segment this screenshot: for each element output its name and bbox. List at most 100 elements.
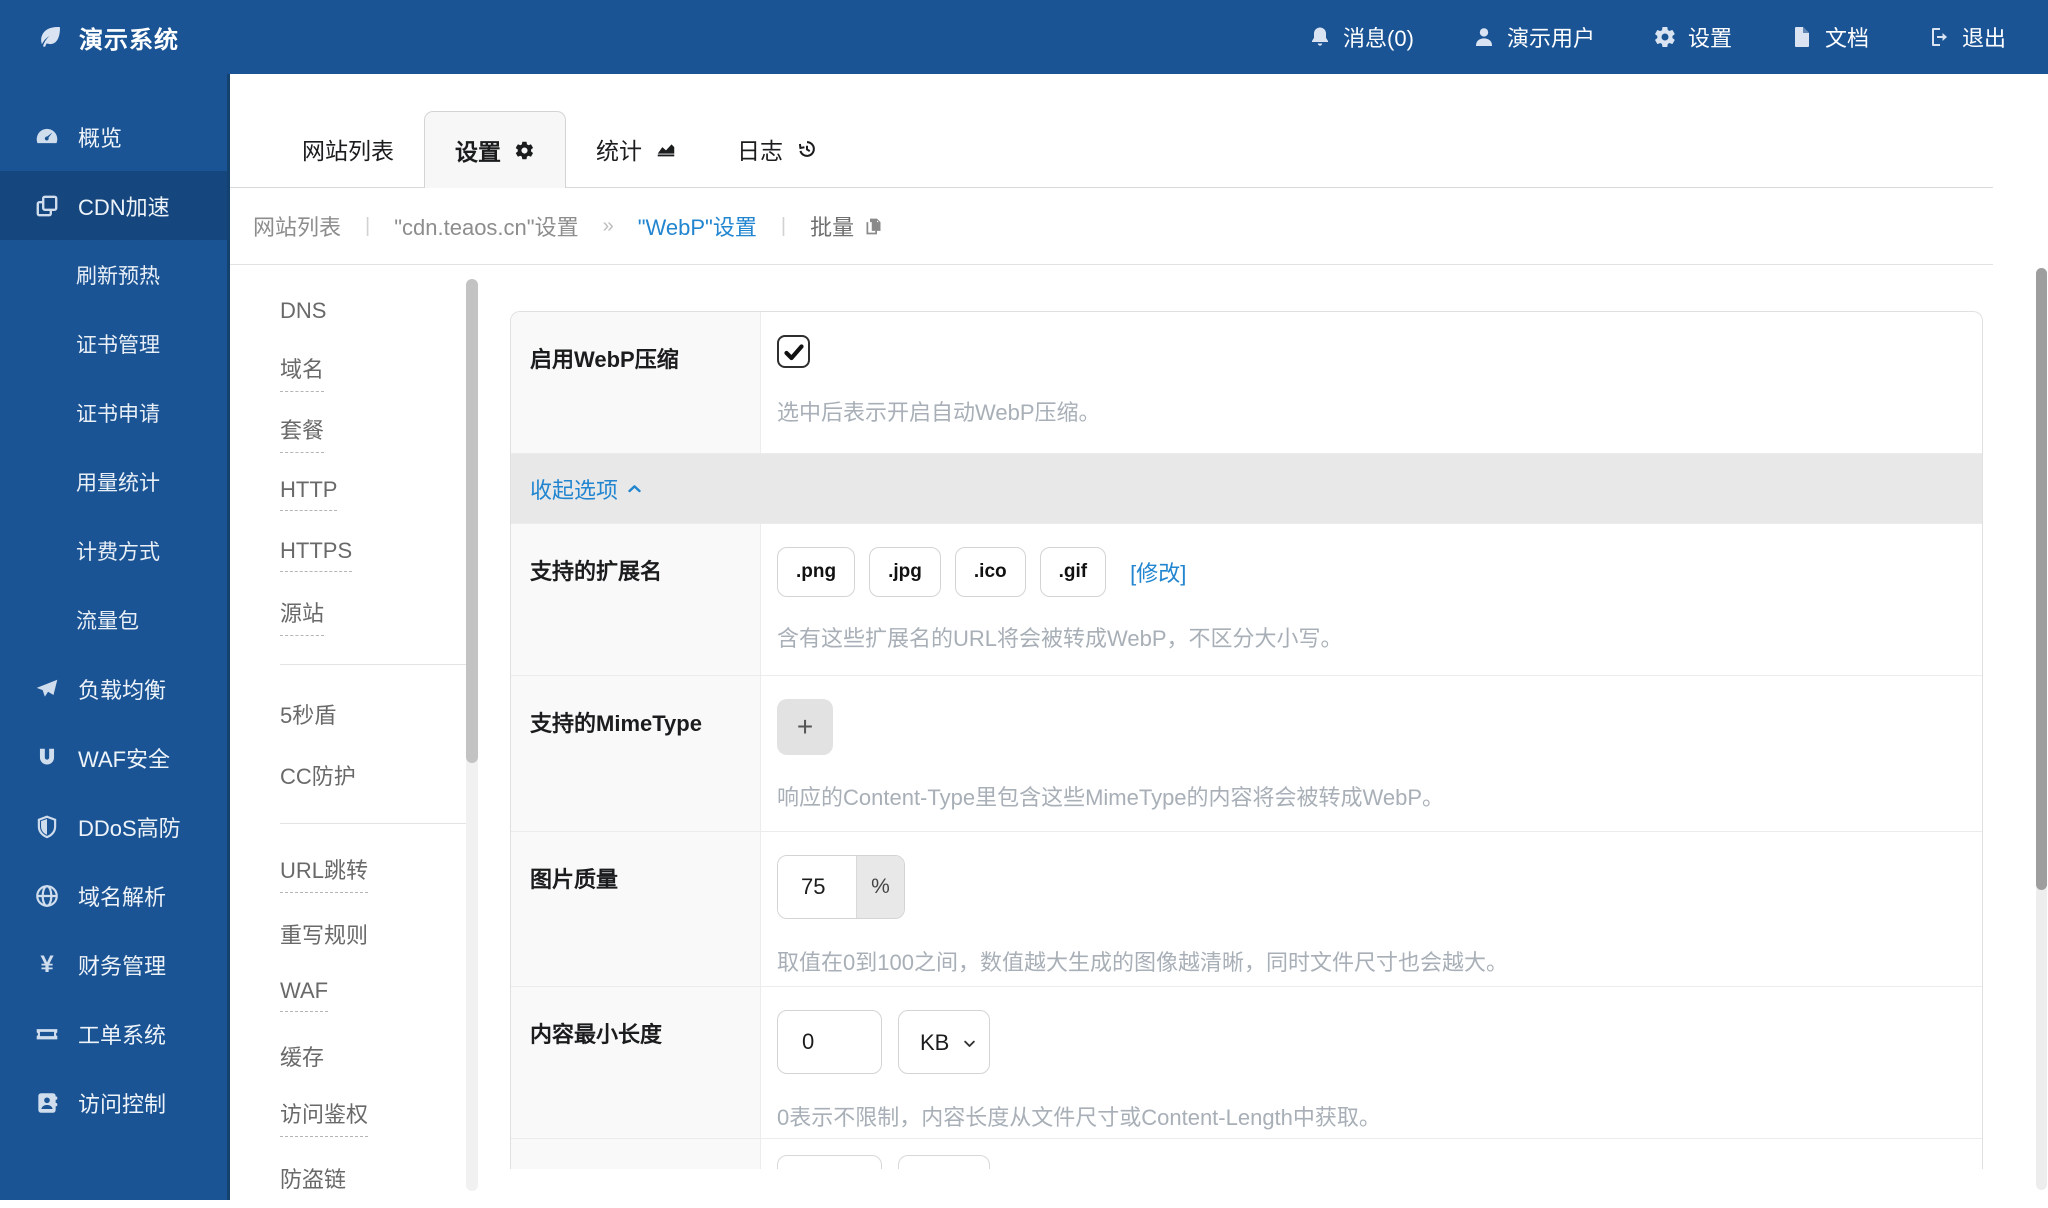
user-icon — [1472, 25, 1496, 49]
app-brand: 演示系统 — [36, 20, 179, 55]
add-mime-type-button[interactable]: + — [777, 699, 833, 755]
menu-item-5s-shield[interactable]: 5秒盾 — [280, 683, 450, 744]
sidebar-item-traffic-package[interactable]: 流量包 — [0, 585, 230, 654]
sidebar-nav: 概览 CDN加速 刷新预热 证书管理 证书申请 用量统计 计费方式 流量包 负载… — [0, 74, 230, 1200]
clipped-input[interactable] — [777, 1155, 882, 1169]
sidebar-item-load-balancer[interactable]: 负载均衡 — [0, 654, 230, 723]
bell-icon — [1308, 25, 1332, 49]
min-length-unit-select[interactable]: KB — [898, 1010, 990, 1074]
image-quality-row: 图片质量 % 取值在0到100之间，数值越大生成的图像越清晰，同时文件尺寸也会越… — [511, 832, 1982, 987]
min-length-label: 内容最小长度 — [511, 987, 761, 1138]
settings-content: DNS 域名 套餐 HTTP HTTPS 源站 5秒盾 CC防护 URL跳转 重… — [230, 266, 2048, 1200]
menu-item-origin[interactable]: 源站 — [280, 585, 450, 646]
menu-item-hotlink-protect[interactable]: 防盗链 — [280, 1147, 450, 1208]
id-card-icon — [33, 1090, 61, 1116]
magnet-icon — [33, 745, 61, 771]
extensions-label: 支持的扩展名 — [511, 524, 761, 675]
image-quality-desc: 取值在0到100之间，数值越大生成的图像越清晰，同时文件尺寸也会越大。 — [777, 945, 1958, 977]
tab-logs[interactable]: 日志 — [707, 111, 848, 187]
menu-item-url-redirect[interactable]: URL跳转 — [280, 842, 450, 903]
messages-button[interactable]: 消息(0) — [1308, 21, 1414, 53]
clipped-select[interactable] — [898, 1155, 990, 1169]
gear-icon — [1653, 25, 1677, 49]
extensions-desc: 含有这些扩展名的URL将会被转成WebP，不区分大小写。 — [777, 621, 1958, 653]
settings-section-menu: DNS 域名 套餐 HTTP HTTPS 源站 5秒盾 CC防护 URL跳转 重… — [280, 280, 450, 1208]
sign-out-icon — [1927, 25, 1951, 49]
enable-webp-label: 启用WebP压缩 — [511, 312, 761, 453]
breadcrumb-separator: | — [781, 215, 786, 238]
mime-type-row: 支持的MimeType + 响应的Content-Type里包含这些MimeTy… — [511, 676, 1982, 832]
sidebar-item-ddos[interactable]: DDoS高防 — [0, 792, 230, 861]
breadcrumb-site-list[interactable]: 网站列表 — [253, 210, 341, 242]
docs-button[interactable]: 文档 — [1790, 21, 1869, 53]
copy-layers-icon — [33, 193, 61, 219]
copy-icon — [863, 216, 884, 237]
yen-icon: ¥ — [33, 951, 61, 979]
menu-item-cache[interactable]: 缓存 — [280, 1025, 450, 1086]
settings-button[interactable]: 设置 — [1653, 21, 1732, 53]
breadcrumb-webp-settings: "WebP"设置 — [638, 210, 757, 242]
collapse-options-link[interactable]: 收起选项 — [530, 473, 643, 505]
collapse-options-row: 收起选项 — [511, 454, 1982, 524]
sidebar-item-dns-resolve[interactable]: 域名解析 — [0, 861, 230, 930]
tab-statistics[interactable]: 统计 — [566, 111, 707, 187]
file-icon — [1790, 25, 1814, 49]
menu-item-https[interactable]: HTTPS — [280, 524, 450, 585]
breadcrumb-arrow: » — [603, 215, 614, 238]
extension-chip: .jpg — [869, 547, 941, 597]
menu-item-http[interactable]: HTTP — [280, 463, 450, 524]
menu-scrollbar[interactable] — [466, 279, 478, 1191]
min-length-input[interactable] — [777, 1010, 882, 1074]
menu-scrollbar-thumb[interactable] — [466, 279, 478, 763]
logout-button[interactable]: 退出 — [1927, 21, 2006, 53]
menu-item-waf[interactable]: WAF — [280, 964, 450, 1025]
sidebar-item-access-control[interactable]: 访问控制 — [0, 1068, 230, 1137]
history-icon — [796, 138, 818, 160]
top-bar: 演示系统 消息(0) 演示用户 设置 文档 — [0, 0, 2048, 74]
sidebar-item-tickets[interactable]: 工单系统 — [0, 999, 230, 1068]
sidebar-item-waf[interactable]: WAF安全 — [0, 723, 230, 792]
tab-site-list[interactable]: 网站列表 — [272, 111, 424, 187]
edit-extensions-link[interactable]: [修改] — [1130, 556, 1186, 588]
image-quality-label: 图片质量 — [511, 832, 761, 986]
menu-item-access-auth[interactable]: 访问鉴权 — [280, 1086, 450, 1147]
sidebar-item-refresh-preheat[interactable]: 刷新预热 — [0, 240, 230, 309]
page-scrollbar-thumb[interactable] — [2036, 268, 2047, 890]
menu-divider — [280, 823, 472, 824]
menu-item-domain[interactable]: 域名 — [280, 341, 450, 402]
sidebar-item-overview[interactable]: 概览 — [0, 102, 230, 171]
topbar-menu: 消息(0) 演示用户 设置 文档 退出 — [1308, 21, 2006, 53]
batch-button[interactable]: 批量 — [810, 210, 884, 242]
sidebar-item-cert-apply[interactable]: 证书申请 — [0, 378, 230, 447]
leaf-logo-icon — [36, 23, 64, 51]
breadcrumb: 网站列表 | "cdn.teaos.cn"设置 » "WebP"设置 | 批量 — [230, 188, 1993, 265]
menu-item-rewrite-rules[interactable]: 重写规则 — [280, 903, 450, 964]
mime-type-label: 支持的MimeType — [511, 676, 761, 831]
app-title: 演示系统 — [79, 20, 179, 55]
gauge-icon — [33, 124, 61, 150]
enable-webp-checkbox[interactable] — [777, 335, 810, 368]
menu-item-cc-protect[interactable]: CC防护 — [280, 744, 450, 805]
tab-settings[interactable]: 设置 — [424, 111, 566, 188]
area-chart-icon — [655, 138, 677, 160]
breadcrumb-site-settings[interactable]: "cdn.teaos.cn"设置 — [394, 210, 578, 242]
sidebar-item-billing-method[interactable]: 计费方式 — [0, 516, 230, 585]
sidebar-item-usage-stats[interactable]: 用量统计 — [0, 447, 230, 516]
image-quality-input[interactable] — [778, 856, 856, 918]
gear-icon — [514, 140, 535, 161]
menu-item-dns[interactable]: DNS — [280, 280, 450, 341]
user-menu-button[interactable]: 演示用户 — [1472, 21, 1595, 53]
chevron-up-icon — [626, 480, 643, 497]
paper-plane-icon — [33, 676, 61, 702]
sidebar-item-cdn[interactable]: CDN加速 — [0, 171, 230, 240]
menu-item-plan[interactable]: 套餐 — [280, 402, 450, 463]
enable-webp-row: 启用WebP压缩 选中后表示开启自动WebP压缩。 — [511, 312, 1982, 454]
image-quality-input-group: % — [777, 855, 905, 919]
page-scrollbar[interactable] — [2036, 268, 2047, 1190]
min-length-row: 内容最小长度 KB 0表示不限制，内容长度从文件尺寸或 — [511, 987, 1982, 1139]
extensions-row: 支持的扩展名 .png .jpg .ico .gif [修改] 含有这些扩展名的… — [511, 524, 1982, 676]
breadcrumb-separator: | — [365, 215, 370, 238]
sidebar-item-finance[interactable]: ¥ 财务管理 — [0, 930, 230, 999]
next-row-label — [511, 1139, 761, 1169]
sidebar-item-cert-manage[interactable]: 证书管理 — [0, 309, 230, 378]
